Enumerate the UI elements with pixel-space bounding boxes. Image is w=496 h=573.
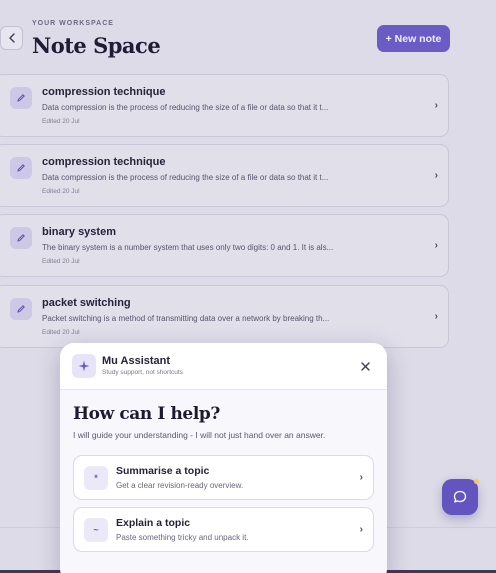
close-icon[interactable] [358,359,372,373]
note-title: packet switching [42,297,131,309]
notification-dot [474,479,479,484]
option-summarise-topic[interactable]: * Summarise a topic Get a clear revision… [73,455,374,500]
assistant-tagline: Study support, not shortcuts [102,369,183,376]
assistant-panel: Mu Assistant Study support, not shortcut… [60,343,387,573]
option-explain-topic[interactable]: ~ Explain a topic Paste something tricky… [73,507,374,552]
chevron-right-icon: › [359,472,363,483]
option-description: Get a clear revision-ready overview. [116,481,244,490]
pencil-icon [10,87,32,109]
note-snippet: Data compression is the process of reduc… [42,173,329,182]
note-card[interactable]: compression technique Data compression i… [0,74,449,137]
assistant-header: Mu Assistant Study support, not shortcut… [60,343,387,390]
note-card[interactable]: binary system The binary system is a num… [0,214,449,277]
option-title: Explain a topic [116,517,191,529]
assistant-intro: I will guide your understanding - I will… [73,430,326,440]
asterisk-icon: * [84,466,108,490]
note-title: binary system [42,226,116,238]
note-card[interactable]: compression technique Data compression i… [0,144,449,207]
chevron-right-icon: › [434,100,438,111]
chevron-right-icon: › [434,170,438,181]
chevron-right-icon: › [359,524,363,535]
note-edited-date: Edited 20 Jul [42,118,80,125]
tilde-icon: ~ [84,518,108,542]
pencil-icon [10,157,32,179]
note-title: compression technique [42,156,166,168]
pencil-icon [10,298,32,320]
page: YOUR WORKSPACE Note Space + New note com… [0,0,496,573]
note-edited-date: Edited 20 Jul [42,329,80,336]
page-title: Note Space [32,33,161,58]
new-note-button[interactable]: + New note [377,25,450,52]
note-snippet: Packet switching is a method of transmit… [42,314,330,323]
sparkle-icon [72,354,96,378]
note-title: compression technique [42,86,166,98]
note-snippet: The binary system is a number system tha… [42,243,334,252]
chat-bubble-icon [453,490,467,503]
option-description: Paste something tricky and unpack it. [116,533,249,542]
assistant-heading: How can I help? [73,404,220,424]
chevron-left-icon [8,33,15,43]
chat-assistant-button[interactable] [442,479,478,515]
chevron-right-icon: › [434,240,438,251]
note-edited-date: Edited 20 Jul [42,258,80,265]
back-button[interactable] [0,26,23,50]
assistant-name: Mu Assistant [102,355,171,367]
note-edited-date: Edited 20 Jul [42,188,80,195]
option-title: Summarise a topic [116,465,210,477]
pencil-icon [10,227,32,249]
chevron-right-icon: › [434,311,438,322]
note-snippet: Data compression is the process of reduc… [42,103,329,112]
workspace-label: YOUR WORKSPACE [32,20,114,27]
note-card[interactable]: packet switching Packet switching is a m… [0,285,449,348]
